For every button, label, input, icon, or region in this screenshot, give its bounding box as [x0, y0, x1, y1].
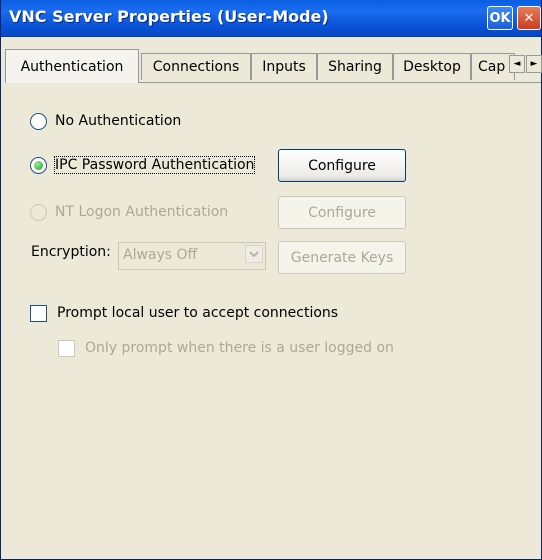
- nt-logon-label[interactable]: NT Logon Authentication: [55, 204, 228, 220]
- tab-scroll-left-button[interactable]: ◄: [509, 55, 525, 73]
- encryption-label: Encryption:: [31, 244, 111, 260]
- arrow-left-icon: ◄: [513, 59, 521, 69]
- encryption-value: Always Off: [123, 247, 198, 263]
- tab-authentication[interactable]: Authentication: [5, 49, 139, 83]
- title-bar: VNC Server Properties (User-Mode) OK ✕: [1, 0, 541, 37]
- chevron-down-icon[interactable]: [245, 245, 263, 263]
- arrow-right-icon: ►: [530, 59, 538, 69]
- close-icon: ✕: [523, 10, 535, 26]
- window-title: VNC Server Properties (User-Mode): [9, 7, 329, 26]
- radio-selected-dot: [34, 161, 43, 170]
- tab-connections[interactable]: Connections: [141, 53, 251, 80]
- close-button[interactable]: ✕: [517, 6, 541, 30]
- generate-keys-button[interactable]: Generate Keys: [278, 241, 406, 274]
- tab-strip: Authentication Connections Inputs Sharin…: [1, 37, 542, 83]
- ipc-auth-radio[interactable]: [30, 157, 47, 174]
- prompt-accept-checkbox[interactable]: [30, 305, 47, 322]
- ipc-auth-label[interactable]: IPC Password Authentication: [53, 156, 256, 174]
- prompt-accept-label[interactable]: Prompt local user to accept connections: [57, 305, 338, 321]
- prompt-logged-on-label[interactable]: Only prompt when there is a user logged …: [85, 340, 394, 356]
- tab-inputs[interactable]: Inputs: [251, 53, 317, 80]
- nt-logon-radio[interactable]: [30, 204, 47, 221]
- ok-button[interactable]: OK: [487, 6, 513, 30]
- no-auth-radio[interactable]: [30, 113, 47, 130]
- nt-configure-button[interactable]: Configure: [278, 196, 406, 229]
- tab-scroll-right-button[interactable]: ►: [526, 55, 542, 73]
- tab-desktop[interactable]: Desktop: [393, 53, 471, 80]
- ipc-configure-button[interactable]: Configure: [278, 149, 406, 182]
- properties-window: VNC Server Properties (User-Mode) OK ✕ A…: [0, 0, 542, 560]
- no-auth-label[interactable]: No Authentication: [55, 113, 181, 129]
- prompt-logged-on-checkbox[interactable]: [58, 340, 75, 357]
- tab-sharing[interactable]: Sharing: [317, 53, 393, 80]
- encryption-select[interactable]: Always Off: [118, 242, 266, 270]
